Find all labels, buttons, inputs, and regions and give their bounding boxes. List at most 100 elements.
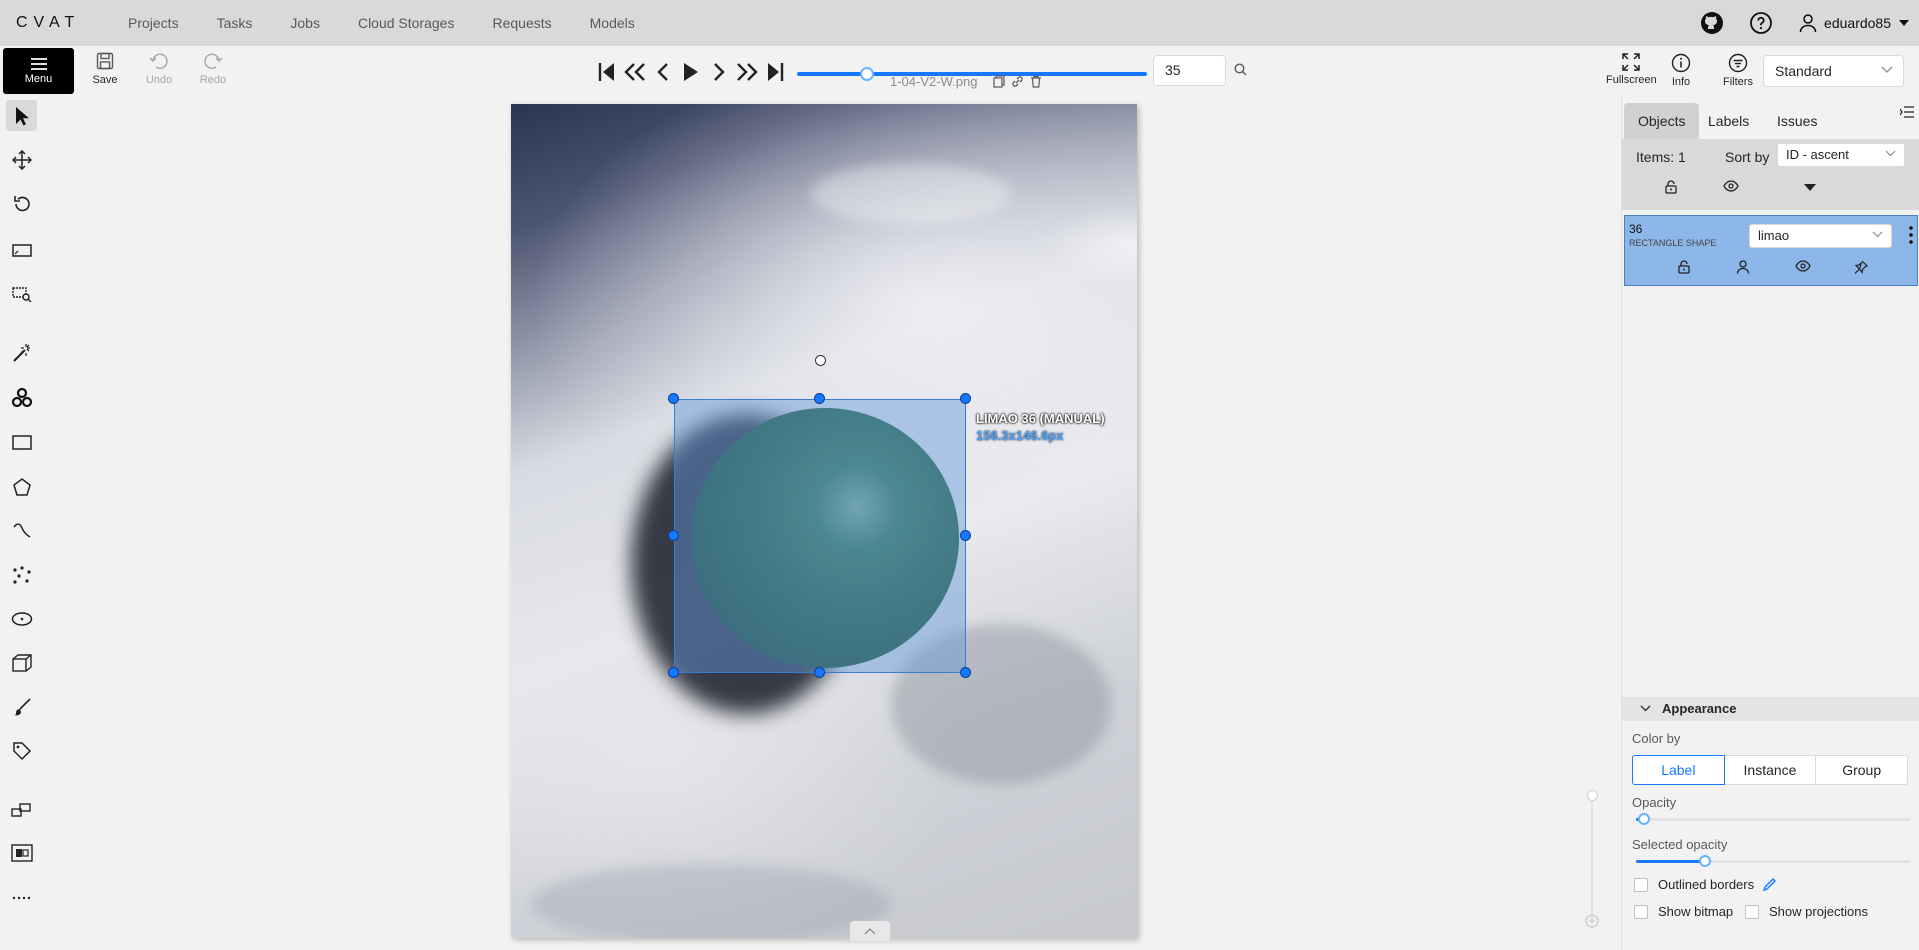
object-label-select[interactable]: limao bbox=[1749, 224, 1892, 248]
color-by-label-option[interactable]: Label bbox=[1632, 755, 1725, 785]
more-tools-button[interactable] bbox=[6, 882, 37, 913]
outlined-borders-checkbox[interactable]: Outlined borders bbox=[1634, 877, 1777, 892]
color-picker-icon[interactable] bbox=[1762, 877, 1777, 892]
search-frame-icon[interactable] bbox=[1234, 63, 1247, 76]
eye-icon[interactable] bbox=[1795, 260, 1811, 272]
info-button[interactable]: Info bbox=[1671, 53, 1691, 88]
save-button[interactable]: Save bbox=[83, 52, 127, 86]
opacity-slider-handle[interactable] bbox=[1638, 813, 1651, 825]
nav-jobs[interactable]: Jobs bbox=[290, 15, 320, 31]
occluded-user-icon[interactable] bbox=[1736, 260, 1750, 274]
polygon-tool[interactable] bbox=[6, 471, 37, 502]
annotation-canvas[interactable]: LIMAO 36 (MANUAL) 156.3x146.6px bbox=[44, 96, 1620, 946]
mask-tool[interactable] bbox=[6, 691, 37, 722]
nav-projects[interactable]: Projects bbox=[128, 15, 179, 31]
points-tool[interactable] bbox=[6, 559, 37, 590]
show-projections-checkbox[interactable]: Show projections bbox=[1745, 904, 1868, 919]
zoom-region-icon bbox=[11, 286, 31, 302]
link-icon[interactable] bbox=[1011, 75, 1024, 88]
pin-icon[interactable] bbox=[1854, 260, 1868, 274]
show-bitmap-box[interactable] bbox=[1634, 904, 1648, 919]
merge-tool[interactable] bbox=[6, 794, 37, 825]
undo-button[interactable]: Undo bbox=[137, 52, 181, 86]
first-frame-button[interactable] bbox=[593, 60, 621, 84]
zoom-in-icon[interactable] bbox=[1585, 914, 1599, 928]
eye-all-icon[interactable] bbox=[1723, 180, 1739, 192]
last-frame-button[interactable] bbox=[761, 60, 789, 84]
object-menu-icon[interactable] bbox=[1909, 226, 1913, 244]
ellipsis-icon bbox=[12, 896, 30, 899]
tag-tool[interactable] bbox=[6, 735, 37, 766]
frame-image[interactable]: LIMAO 36 (MANUAL) 156.3x146.6px bbox=[511, 104, 1137, 938]
previous-frame-button[interactable] bbox=[649, 60, 677, 84]
tab-objects[interactable]: Objects bbox=[1624, 103, 1700, 139]
color-by-instance-option[interactable]: Instance bbox=[1723, 755, 1817, 785]
cvat-logo[interactable]: CVAT bbox=[16, 14, 106, 32]
selected-opacity-label: Selected opacity bbox=[1632, 837, 1728, 852]
collapse-sidebar-icon[interactable] bbox=[1900, 106, 1914, 118]
polyline-tool[interactable] bbox=[6, 515, 37, 546]
copy-icon[interactable] bbox=[993, 75, 1006, 88]
expand-bottom-panel-button[interactable] bbox=[850, 921, 890, 941]
sort-select[interactable]: ID - ascent bbox=[1777, 143, 1905, 167]
ai-tools-tool[interactable] bbox=[6, 382, 37, 413]
user-menu[interactable]: eduardo85 bbox=[1798, 13, 1909, 33]
selected-opacity-slider[interactable] bbox=[1636, 855, 1910, 867]
forward-step-button[interactable] bbox=[733, 60, 761, 84]
help-icon[interactable] bbox=[1749, 11, 1773, 35]
lock-icon[interactable] bbox=[1677, 260, 1691, 274]
tab-labels[interactable]: Labels bbox=[1694, 103, 1763, 139]
opacity-slider[interactable] bbox=[1636, 813, 1910, 825]
nav-requests[interactable]: Requests bbox=[492, 15, 551, 31]
frame-slider-handle[interactable] bbox=[859, 67, 874, 81]
nav-tasks[interactable]: Tasks bbox=[217, 15, 253, 31]
show-bitmap-checkbox[interactable]: Show bitmap bbox=[1634, 904, 1733, 919]
show-projections-box[interactable] bbox=[1745, 904, 1759, 919]
back-step-button[interactable] bbox=[621, 60, 649, 84]
lock-all-icon[interactable] bbox=[1664, 180, 1678, 194]
group-tool[interactable] bbox=[6, 837, 37, 868]
object-item-36[interactable]: 36 RECTANGLE SHAPE limao bbox=[1624, 215, 1918, 286]
next-frame-button[interactable] bbox=[705, 60, 733, 84]
nav-cloud-storages[interactable]: Cloud Storages bbox=[358, 15, 455, 31]
frame-number-input[interactable]: 35 bbox=[1153, 55, 1226, 86]
color-by-group-option[interactable]: Group bbox=[1815, 755, 1909, 785]
play-button[interactable] bbox=[677, 60, 705, 84]
zoom-slider-handle[interactable] bbox=[1587, 790, 1598, 801]
appearance-header[interactable]: Appearance bbox=[1622, 697, 1919, 721]
workspace-select[interactable]: Standard bbox=[1763, 55, 1904, 87]
menu-button[interactable]: Menu bbox=[3, 48, 74, 94]
nav-models[interactable]: Models bbox=[590, 15, 635, 31]
filters-button[interactable]: Filters bbox=[1723, 53, 1753, 88]
rectangle-tool[interactable] bbox=[6, 427, 37, 458]
delete-frame-icon[interactable] bbox=[1030, 75, 1042, 88]
cursor-tool[interactable] bbox=[6, 100, 37, 131]
expand-all-icon[interactable] bbox=[1804, 184, 1816, 191]
ellipse-tool[interactable] bbox=[6, 603, 37, 634]
rotation-handle[interactable] bbox=[815, 355, 826, 366]
color-by-segmented: Label Instance Group bbox=[1632, 755, 1909, 785]
zoom-region-tool[interactable] bbox=[6, 278, 37, 309]
resize-handle-right[interactable] bbox=[960, 530, 971, 541]
github-icon[interactable] bbox=[1700, 11, 1724, 35]
cuboid-tool[interactable] bbox=[6, 647, 37, 678]
tab-issues[interactable]: Issues bbox=[1763, 103, 1831, 139]
resize-handle-left[interactable] bbox=[668, 530, 679, 541]
redo-button[interactable]: Redo bbox=[191, 52, 235, 86]
move-tool[interactable] bbox=[6, 144, 37, 175]
rotate-tool[interactable] bbox=[6, 188, 37, 219]
resize-handle-bottom[interactable] bbox=[814, 667, 825, 678]
resize-handle-bottom-left[interactable] bbox=[668, 667, 679, 678]
resize-handle-top-left[interactable] bbox=[668, 393, 679, 404]
magic-wand-tool[interactable] bbox=[6, 337, 37, 368]
fullscreen-button[interactable]: Fullscreen bbox=[1606, 53, 1657, 86]
zoom-slider-track[interactable] bbox=[1591, 796, 1593, 920]
resize-handle-bottom-right[interactable] bbox=[960, 667, 971, 678]
resize-handle-top-right[interactable] bbox=[960, 393, 971, 404]
rectangle-annotation[interactable] bbox=[674, 399, 966, 673]
objects-sidebar: Objects Labels Issues Items: 1 Sort by I… bbox=[1621, 96, 1919, 950]
selected-opacity-slider-handle[interactable] bbox=[1698, 855, 1711, 867]
resize-handle-top[interactable] bbox=[814, 393, 825, 404]
fit-image-tool[interactable] bbox=[6, 235, 37, 266]
outlined-borders-box[interactable] bbox=[1634, 877, 1648, 892]
